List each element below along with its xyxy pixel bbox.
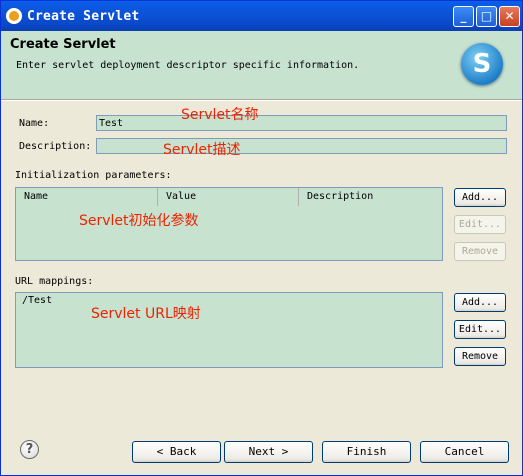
description-input[interactable]: [96, 138, 507, 154]
dialog-window: Create Servlet _ □ ✕ Create Servlet Ente…: [0, 0, 523, 476]
annotation-init-params: Servlet初始化参数: [79, 213, 199, 229]
annotation-url-mappings: Servlet URL映射: [91, 306, 201, 322]
url-remove-button[interactable]: Remove: [454, 347, 506, 366]
url-mappings-list[interactable]: /Test: [15, 292, 443, 368]
init-remove-button[interactable]: Remove: [454, 242, 506, 261]
init-add-button[interactable]: Add...: [454, 188, 506, 207]
name-input[interactable]: Test: [96, 115, 507, 131]
eclipse-icon: [6, 8, 22, 24]
wizard-description: Enter servlet deployment descriptor spec…: [16, 60, 360, 71]
back-button[interactable]: < Back: [132, 441, 221, 463]
finish-button[interactable]: Finish: [322, 441, 411, 463]
url-edit-button[interactable]: Edit...: [454, 320, 506, 339]
servlet-logo-icon: S: [461, 43, 503, 85]
column-header-value[interactable]: Value: [158, 188, 299, 206]
url-mappings-label: URL mappings:: [15, 276, 94, 287]
name-label: Name:: [19, 118, 50, 129]
list-item[interactable]: /Test: [22, 295, 52, 306]
title-bar[interactable]: Create Servlet _ □ ✕: [1, 1, 522, 31]
init-edit-button[interactable]: Edit...: [454, 215, 506, 234]
url-add-button[interactable]: Add...: [454, 293, 506, 312]
cancel-button[interactable]: Cancel: [420, 441, 509, 463]
wizard-header: Create Servlet Enter servlet deployment …: [1, 31, 522, 100]
annotation-name: Servlet名称: [181, 107, 259, 123]
close-button[interactable]: ✕: [499, 6, 520, 27]
help-icon[interactable]: ?: [20, 440, 39, 459]
next-button[interactable]: Next >: [224, 441, 313, 463]
column-header-description[interactable]: Description: [299, 188, 441, 206]
header-separator: [1, 99, 522, 101]
wizard-title: Create Servlet: [10, 37, 116, 52]
init-params-label: Initialization parameters:: [15, 170, 172, 181]
maximize-button[interactable]: □: [476, 6, 497, 27]
annotation-description: Servlet描述: [163, 142, 241, 158]
window-title: Create Servlet: [27, 9, 140, 24]
minimize-button[interactable]: _: [453, 6, 474, 27]
column-header-name[interactable]: Name: [16, 188, 158, 206]
table-header: Name Value Description: [16, 188, 442, 206]
description-label: Description:: [19, 141, 92, 152]
